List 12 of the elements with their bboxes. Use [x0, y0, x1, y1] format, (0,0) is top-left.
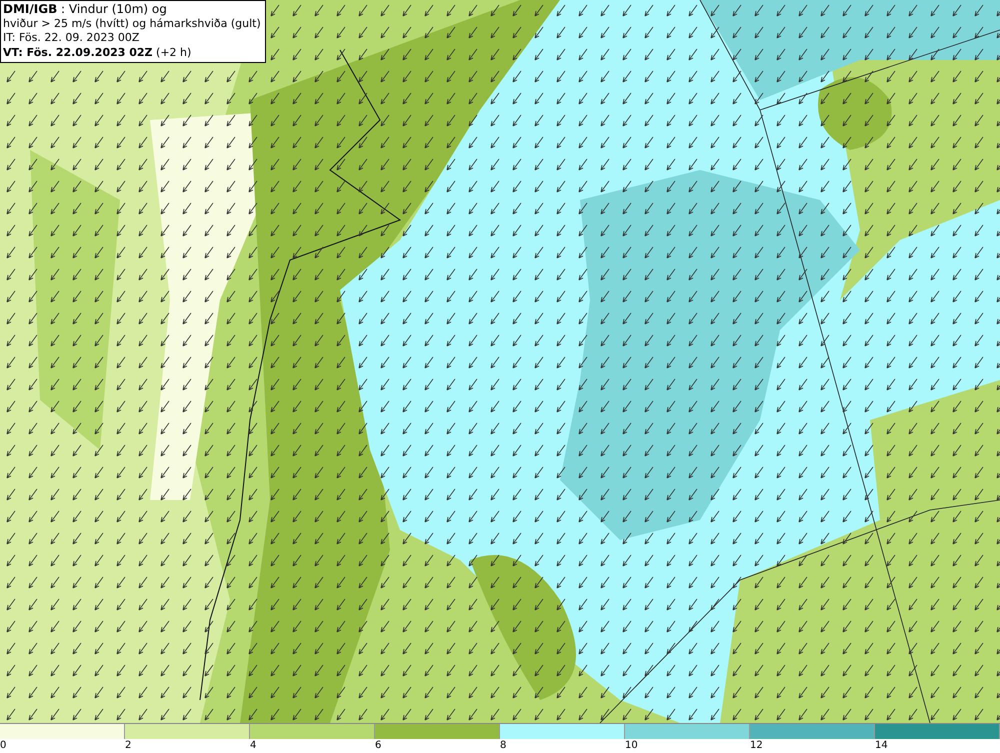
legend-tick-label: 8 [500, 739, 506, 753]
legend-tick-label: 10 [625, 739, 638, 753]
title-line: hviður > 25 m/s (hvítt) og hámarkshviða (gult) [3, 16, 261, 31]
legend-tick-label: 4 [250, 739, 256, 753]
legend-tick-label: 6 [375, 739, 382, 753]
title-line: IT: Fös. 22. 09. 2023 00Z [3, 31, 140, 46]
title-line: VT: Fös. 22.09.2023 02Z (+2 h) [3, 46, 192, 60]
legend-tick-label: 0 [0, 739, 6, 753]
title-line: DMI/IGB : Vindur (10m) og [3, 2, 168, 16]
legend-tick-label: 14 [875, 739, 888, 753]
legend-tick-label: 2 [125, 739, 132, 753]
legend-tick-label: 12 [750, 739, 763, 753]
